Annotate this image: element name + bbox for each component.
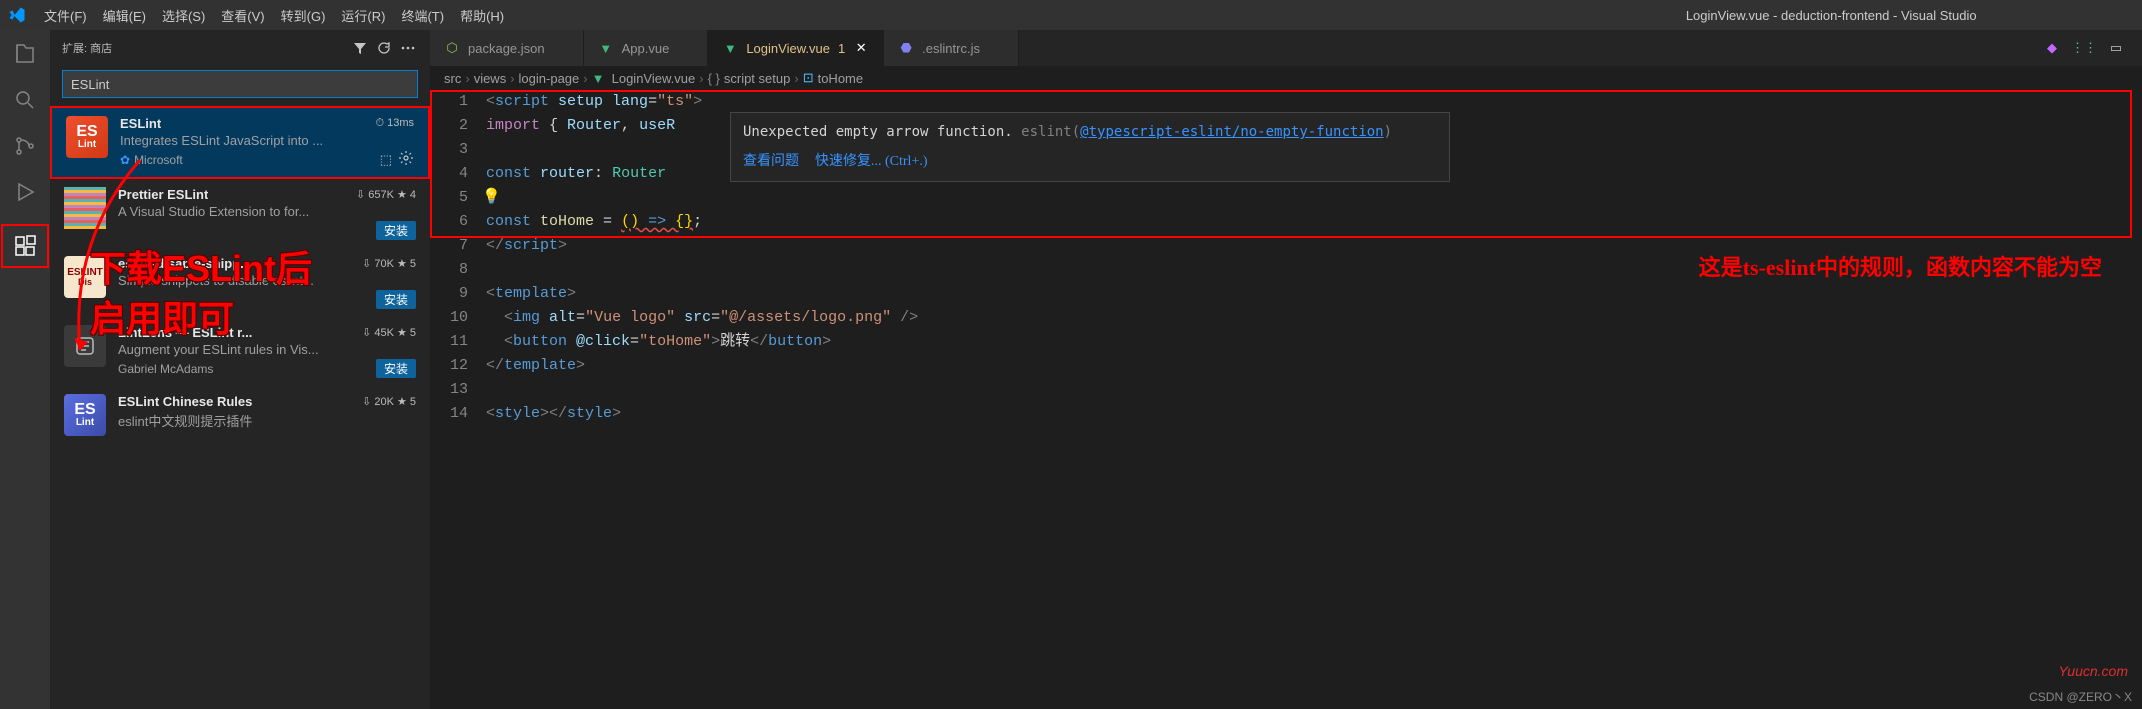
refresh-icon[interactable] xyxy=(374,38,394,58)
editor-toolbar: ◆ ⋮⋮ ▭ xyxy=(2042,30,2142,66)
ext-icon-eslint-disable: ESLINTDis xyxy=(64,256,106,298)
sidebar-header: 扩展: 商店 xyxy=(50,30,430,66)
ext-name: ESLint xyxy=(120,116,161,131)
ext-meta: ⇩ 20K ★ 5 xyxy=(362,395,416,408)
verified-icon: ✿ xyxy=(120,153,130,167)
tab-label: LoginView.vue xyxy=(746,41,830,56)
extension-item-eslint[interactable]: ESLint ESLint ⏱ 13ms Integrates ESLint Ja… xyxy=(50,106,430,179)
view-problem-link[interactable]: 查看问题 xyxy=(743,151,799,173)
toolbar-icon-1[interactable]: ◆ xyxy=(2042,38,2062,58)
vscode-logo-icon xyxy=(8,6,26,24)
tab-label: .eslintrc.js xyxy=(922,41,980,56)
tab-app-vue[interactable]: ▼ App.vue ✕ xyxy=(584,30,709,66)
extension-item-eslint-chinese[interactable]: ESLint ESLint Chinese Rules ⇩ 20K ★ 5 esl… xyxy=(50,386,430,444)
filter-icon[interactable] xyxy=(350,38,370,58)
more-icon[interactable] xyxy=(398,38,418,58)
bc-item[interactable]: toHome xyxy=(818,71,864,86)
eslint-hover-tooltip: Unexpected empty arrow function. eslint(… xyxy=(730,112,1450,182)
extension-item-prettier-eslint[interactable]: Prettier ESLint ⇩ 657K ★ 4 A Visual Studi… xyxy=(50,179,430,248)
line-gutter: 1234567891011121314 xyxy=(430,90,486,709)
install-button[interactable]: 安装 xyxy=(376,221,416,240)
ext-desc: Simple snippets to disable eslint... xyxy=(118,273,416,288)
bc-item[interactable]: src xyxy=(444,71,461,86)
quick-fix-link[interactable]: 快速修复... (Ctrl+.) xyxy=(815,151,928,173)
bc-item[interactable]: login-page xyxy=(519,71,580,86)
ext-desc: Integrates ESLint JavaScript into ... xyxy=(120,133,414,148)
ext-desc: Augment your ESLint rules in Vis... xyxy=(118,342,416,357)
ext-publisher: ✿Microsoft xyxy=(120,153,183,167)
extension-item-lintlens[interactable]: LintLens — ESLint r... ⇩ 45K ★ 5 Augment … xyxy=(50,317,430,386)
ext-meta: ⇩ 657K ★ 4 xyxy=(356,188,416,201)
sync-ignored-icon[interactable]: ⬚ xyxy=(380,152,392,168)
editor-area: ⬡ package.json ✕ ▼ App.vue ✕ ▼ LoginView… xyxy=(430,30,2142,709)
window-title: LoginView.vue - deduction-frontend - Vis… xyxy=(1686,8,1977,23)
code-editor[interactable]: 1234567891011121314 <script setup lang="… xyxy=(430,90,2142,709)
ext-publisher: Gabriel McAdams xyxy=(118,362,213,376)
vue-icon: ▼ xyxy=(722,40,738,56)
ext-name: eslint-disable-snipp... xyxy=(118,256,251,271)
tab-package-json[interactable]: ⬡ package.json ✕ xyxy=(430,30,584,66)
ext-icon-eslint-chinese: ESLint xyxy=(64,394,106,436)
menu-view[interactable]: 查看(V) xyxy=(213,0,272,30)
ext-name: LintLens — ESLint r... xyxy=(118,325,252,340)
bc-item[interactable]: script setup xyxy=(724,71,790,86)
menu-go[interactable]: 转到(G) xyxy=(273,0,334,30)
toolbar-icon-2[interactable]: ⋮⋮ xyxy=(2074,38,2094,58)
activity-bar xyxy=(0,30,50,709)
ext-icon-prettier xyxy=(64,187,106,229)
eslint-icon: ⬣ xyxy=(898,40,914,56)
vue-icon: ▼ xyxy=(598,40,614,56)
bc-item[interactable]: views xyxy=(474,71,507,86)
ext-desc: eslint中文规则提示插件 xyxy=(118,411,416,430)
breadcrumb[interactable]: src› views› login-page› ▼ LoginView.vue›… xyxy=(430,66,2142,90)
ext-name: ESLint Chinese Rules xyxy=(118,394,252,409)
vue-icon: ▼ xyxy=(592,70,608,86)
ext-icon-eslint: ESLint xyxy=(66,116,108,158)
menu-select[interactable]: 选择(S) xyxy=(154,0,213,30)
ext-meta: ⇩ 70K ★ 5 xyxy=(362,257,416,270)
ext-meta: ⇩ 45K ★ 5 xyxy=(362,326,416,339)
gear-icon[interactable] xyxy=(398,150,414,169)
eslint-rule-link[interactable]: @typescript-eslint/no-empty-function xyxy=(1080,124,1383,140)
tab-loginview-vue[interactable]: ▼ LoginView.vue 1 ✕ xyxy=(708,30,884,66)
menu-help[interactable]: 帮助(H) xyxy=(452,0,512,30)
explorer-icon[interactable] xyxy=(11,40,39,68)
code-content[interactable]: <script setup lang="ts"> import { Router… xyxy=(486,90,2142,709)
modified-indicator: 1 xyxy=(838,41,845,56)
extension-search-box[interactable] xyxy=(62,70,418,98)
extensions-sidebar: 扩展: 商店 ESLint ESLint ⏱ 13ms Integrates ES… xyxy=(50,30,430,709)
title-bar: 文件(F) 编辑(E) 选择(S) 查看(V) 转到(G) 运行(R) 终端(T… xyxy=(0,0,2142,30)
ext-icon-lintlens xyxy=(64,325,106,367)
run-debug-icon[interactable] xyxy=(11,178,39,206)
lightbulb-icon[interactable]: 💡 xyxy=(482,186,501,210)
search-icon[interactable] xyxy=(11,86,39,114)
extensions-highlight-box xyxy=(1,224,49,268)
toolbar-icon-3[interactable]: ▭ xyxy=(2106,38,2126,58)
ext-desc: A Visual Studio Extension to for... xyxy=(118,204,416,219)
source-control-icon[interactable] xyxy=(11,132,39,160)
tab-label: App.vue xyxy=(622,41,670,56)
menu-edit[interactable]: 编辑(E) xyxy=(95,0,154,30)
tab-label: package.json xyxy=(468,41,545,56)
menu-file[interactable]: 文件(F) xyxy=(36,0,95,30)
tab-bar: ⬡ package.json ✕ ▼ App.vue ✕ ▼ LoginView… xyxy=(430,30,2142,66)
extension-item-eslint-disable[interactable]: ESLINTDis eslint-disable-snipp... ⇩ 70K ★… xyxy=(50,248,430,317)
extension-search-input[interactable] xyxy=(71,77,409,92)
sidebar-header-label: 扩展: 商店 xyxy=(62,40,346,56)
ext-meta: ⏱ 13ms xyxy=(375,117,414,130)
menu-terminal[interactable]: 终端(T) xyxy=(393,0,452,30)
install-button[interactable]: 安装 xyxy=(376,359,416,378)
close-icon[interactable]: ✕ xyxy=(853,40,869,56)
extensions-icon[interactable] xyxy=(11,232,39,260)
extension-list: ESLint ESLint ⏱ 13ms Integrates ESLint Ja… xyxy=(50,106,430,709)
tab-eslintrc[interactable]: ⬣ .eslintrc.js ✕ xyxy=(884,30,1019,66)
bc-item[interactable]: LoginView.vue xyxy=(612,71,696,86)
menu-run[interactable]: 运行(R) xyxy=(333,0,393,30)
npm-icon: ⬡ xyxy=(444,40,460,56)
install-button[interactable]: 安装 xyxy=(376,290,416,309)
ext-name: Prettier ESLint xyxy=(118,187,208,202)
